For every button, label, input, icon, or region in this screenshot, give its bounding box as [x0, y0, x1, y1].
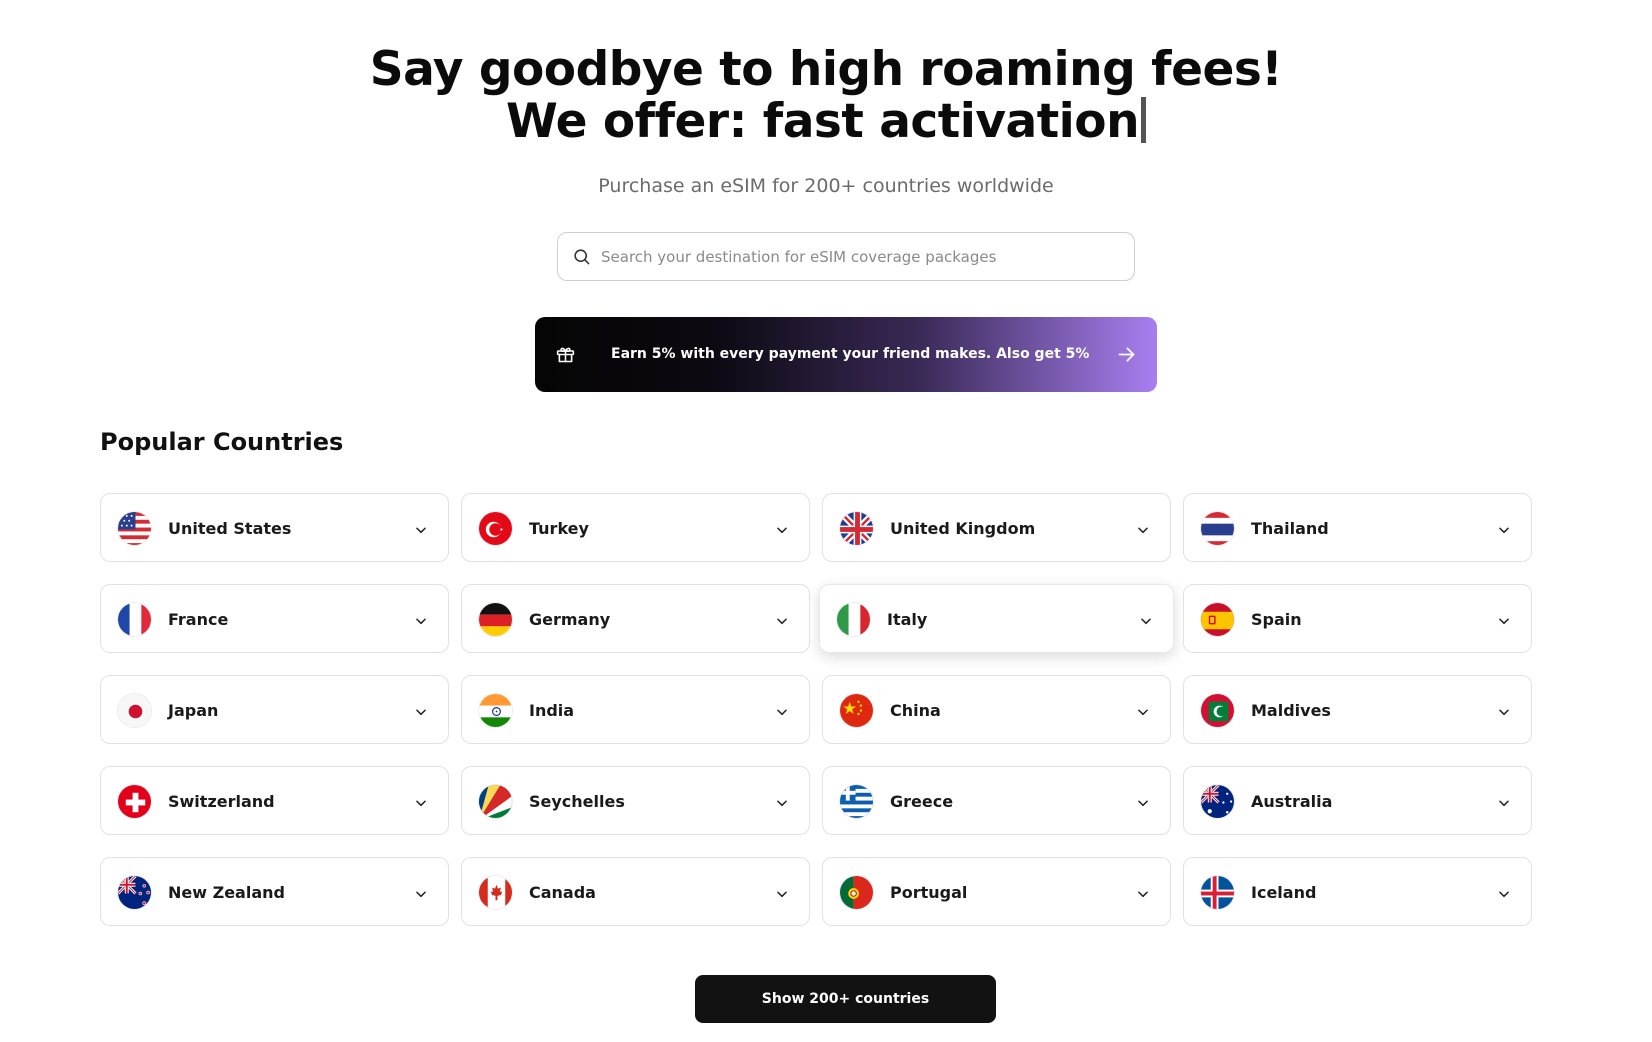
chevron-down-icon[interactable] — [1497, 522, 1511, 541]
country-name: Switzerland — [168, 792, 275, 811]
hero-title-line-1: Say goodbye to high roaming fees! — [369, 42, 1283, 97]
country-grid: United States Turkey United Kingdom Thailan… — [100, 493, 1592, 935]
chevron-down-icon[interactable] — [775, 886, 789, 905]
country-card-sc[interactable]: Seychelles — [461, 766, 810, 835]
country-card-gb[interactable]: United Kingdom — [822, 493, 1171, 562]
chevron-down-icon[interactable] — [1497, 704, 1511, 723]
chevron-down-icon[interactable] — [1497, 795, 1511, 814]
chevron-down-icon[interactable] — [775, 522, 789, 541]
chevron-down-icon[interactable] — [1497, 886, 1511, 905]
chevron-down-icon[interactable] — [414, 522, 428, 541]
search-input[interactable] — [601, 247, 1121, 266]
country-card-mv[interactable]: Maldives — [1183, 675, 1532, 744]
mv-flag-icon — [1200, 693, 1235, 728]
chevron-down-icon[interactable] — [1497, 613, 1511, 632]
country-card-es[interactable]: Spain — [1183, 584, 1532, 653]
country-card-de[interactable]: Germany — [461, 584, 810, 653]
typing-caret — [1141, 97, 1147, 143]
us-flag-icon — [117, 511, 152, 546]
th-flag-icon — [1200, 511, 1235, 546]
country-card-us[interactable]: United States — [100, 493, 449, 562]
chevron-down-icon[interactable] — [1139, 613, 1153, 632]
chevron-down-icon[interactable] — [1136, 886, 1150, 905]
country-name: Canada — [529, 883, 596, 902]
country-card-au[interactable]: Australia — [1183, 766, 1532, 835]
hero-title-line-2: We offer: fast activation — [0, 96, 1652, 148]
chevron-down-icon[interactable] — [414, 613, 428, 632]
country-card-pt[interactable]: Portugal — [822, 857, 1171, 926]
country-name: China — [890, 701, 941, 720]
is-flag-icon — [1200, 875, 1235, 910]
jp-flag-icon — [117, 693, 152, 728]
country-card-ch[interactable]: Switzerland — [100, 766, 449, 835]
ca-flag-icon — [478, 875, 513, 910]
country-card-is[interactable]: Iceland — [1183, 857, 1532, 926]
referral-banner[interactable]: Earn 5% with every payment your friend m… — [535, 317, 1157, 437]
country-card-gr[interactable]: Greece — [822, 766, 1171, 835]
country-card-in[interactable]: India — [461, 675, 810, 744]
arrow-right-icon — [1118, 347, 1135, 362]
it-flag-icon — [836, 602, 871, 637]
country-card-fr[interactable]: France — [100, 584, 449, 653]
country-name: Japan — [168, 701, 219, 720]
hero-title: Say goodbye to high roaming fees! We off… — [0, 44, 1652, 148]
country-card-ca[interactable]: Canada — [461, 857, 810, 926]
country-name: United States — [168, 519, 292, 538]
sc-flag-icon — [478, 784, 513, 819]
country-name: France — [168, 610, 229, 629]
country-card-it[interactable]: Italy — [819, 584, 1174, 653]
country-name: India — [529, 701, 575, 720]
country-name: Seychelles — [529, 792, 625, 811]
gb-flag-icon — [839, 511, 874, 546]
chevron-down-icon[interactable] — [414, 704, 428, 723]
gift-icon — [556, 347, 575, 363]
search-icon — [574, 249, 590, 265]
country-name: Greece — [890, 792, 954, 811]
country-card-tr[interactable]: Turkey — [461, 493, 810, 562]
country-card-th[interactable]: Thailand — [1183, 493, 1532, 562]
in-flag-icon — [478, 693, 513, 728]
pt-flag-icon — [839, 875, 874, 910]
country-name: Spain — [1251, 610, 1302, 629]
chevron-down-icon[interactable] — [414, 886, 428, 905]
country-card-cn[interactable]: China — [822, 675, 1171, 744]
chevron-down-icon[interactable] — [414, 795, 428, 814]
cn-flag-icon — [839, 693, 874, 728]
popular-countries-title: Popular Countries — [100, 428, 344, 456]
country-name: Portugal — [890, 883, 968, 902]
show-all-countries-button[interactable]: Show 200+ countries — [695, 975, 996, 1023]
gr-flag-icon — [839, 784, 874, 819]
country-name: United Kingdom — [890, 519, 1036, 538]
chevron-down-icon[interactable] — [1136, 522, 1150, 541]
country-name: Maldives — [1251, 701, 1331, 720]
au-flag-icon — [1200, 784, 1235, 819]
country-name: Thailand — [1251, 519, 1329, 538]
search-box[interactable] — [557, 232, 1135, 281]
hero-typed-text: We offer: fast activation — [505, 94, 1140, 149]
de-flag-icon — [478, 602, 513, 637]
nz-flag-icon — [117, 875, 152, 910]
country-name: Iceland — [1251, 883, 1317, 902]
ch-flag-icon — [117, 784, 152, 819]
country-card-nz[interactable]: New Zealand — [100, 857, 449, 926]
country-name: Turkey — [529, 519, 589, 538]
tr-flag-icon — [478, 511, 513, 546]
chevron-down-icon[interactable] — [775, 704, 789, 723]
chevron-down-icon[interactable] — [775, 613, 789, 632]
chevron-down-icon[interactable] — [1136, 795, 1150, 814]
country-name: Italy — [887, 610, 928, 629]
fr-flag-icon — [117, 602, 152, 637]
chevron-down-icon[interactable] — [775, 795, 789, 814]
country-name: Australia — [1251, 792, 1333, 811]
country-name: Germany — [529, 610, 611, 629]
es-flag-icon — [1200, 602, 1235, 637]
referral-banner-text: Earn 5% with every payment your friend m… — [611, 346, 1090, 437]
chevron-down-icon[interactable] — [1136, 704, 1150, 723]
hero-subtitle: Purchase an eSIM for 200+ countries worl… — [598, 175, 1054, 197]
country-name: New Zealand — [168, 883, 285, 902]
country-card-jp[interactable]: Japan — [100, 675, 449, 744]
